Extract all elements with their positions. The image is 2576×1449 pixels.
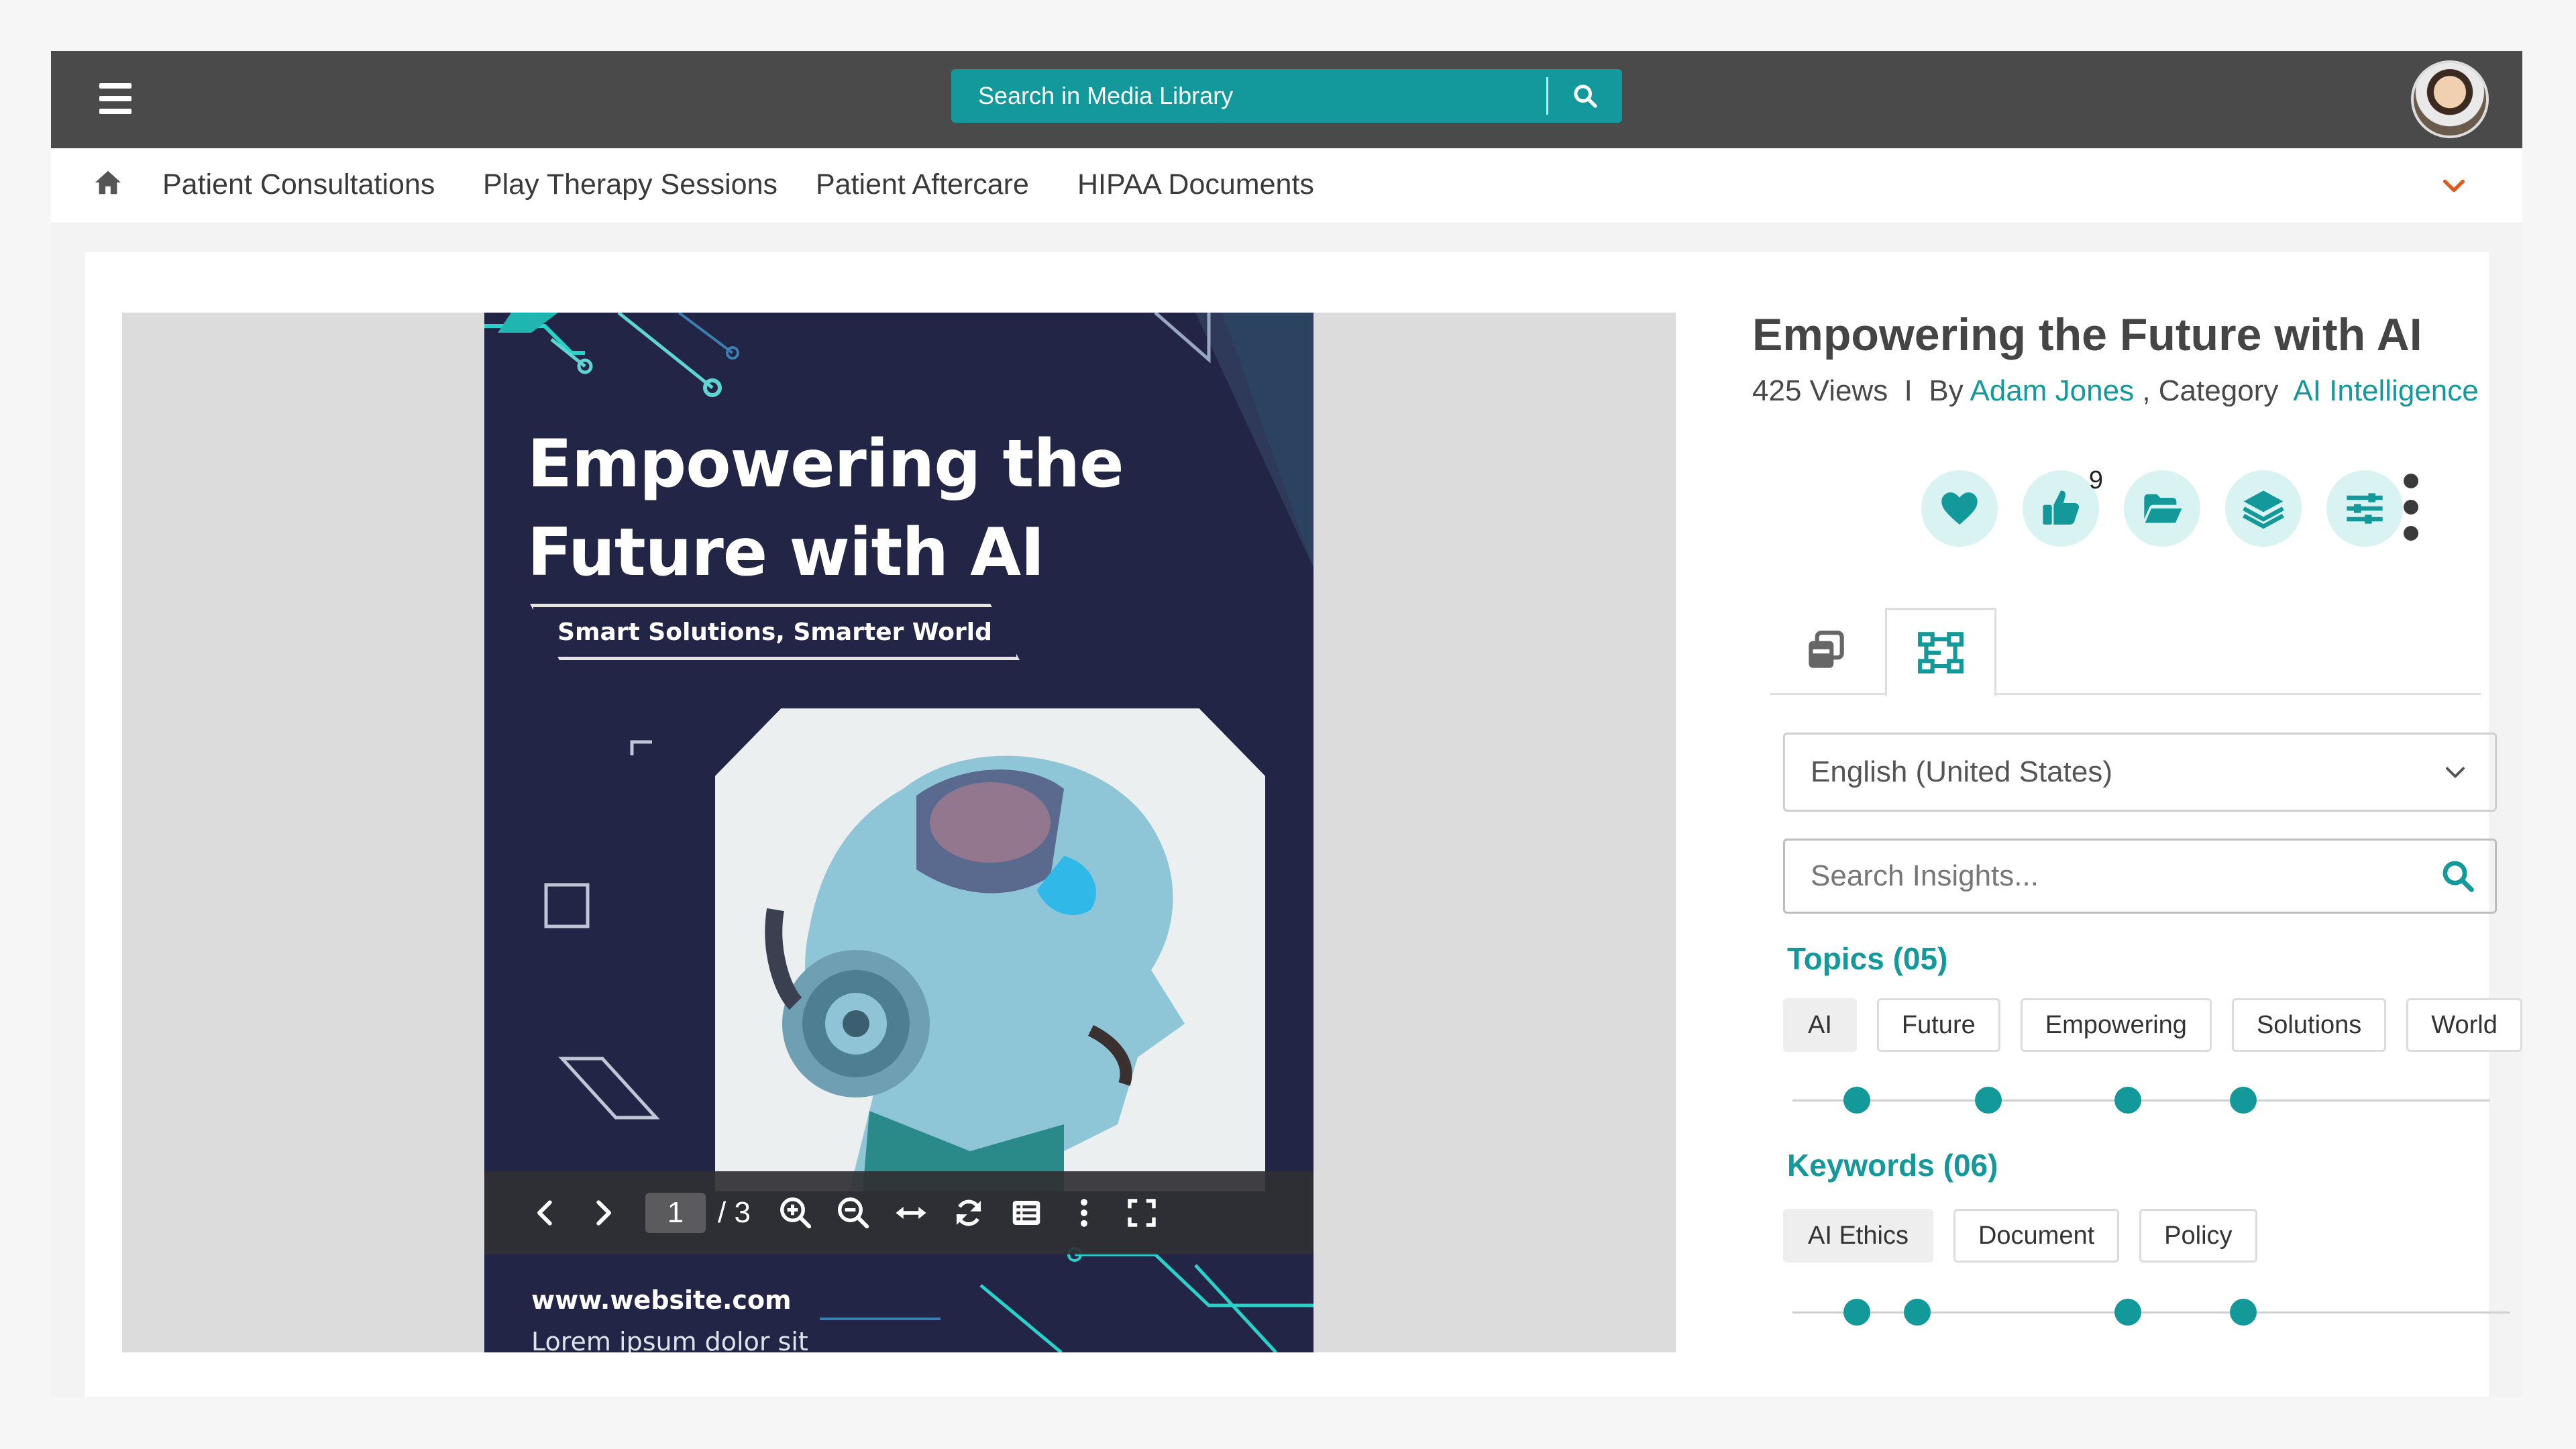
meta-separator: I (1904, 374, 1913, 407)
chevron-down-icon[interactable] (2439, 172, 2469, 199)
author-link[interactable]: Adam Jones (1970, 374, 2135, 407)
page-total: / 3 (718, 1196, 751, 1229)
language-value: English (United States) (1811, 755, 2112, 788)
category-nav: Patient Consultations Play Therapy Sessi… (51, 148, 2522, 223)
category-link[interactable]: AI Intelligence (2293, 374, 2478, 407)
viewer-toolbar: / 3 (484, 1171, 1313, 1254)
rotate-icon[interactable] (940, 1184, 998, 1242)
next-page-icon[interactable] (574, 1184, 632, 1242)
insights-search (1783, 839, 2497, 914)
poster-tagline: Smart Solutions, Smarter World (530, 604, 1020, 660)
nav-item-play-therapy-sessions[interactable]: Play Therapy Sessions (483, 168, 777, 201)
timeline-marker[interactable] (2114, 1087, 2141, 1114)
zoom-out-icon[interactable] (824, 1184, 882, 1242)
timeline-track (1792, 1311, 2510, 1313)
nav-item-patient-consultations[interactable]: Patient Consultations (162, 168, 435, 201)
app-window: Patient Consultations Play Therapy Sessi… (51, 51, 2522, 1397)
keyword-chip[interactable]: Policy (2139, 1209, 2257, 1263)
topic-timeline (1792, 1087, 2490, 1114)
user-avatar[interactable] (2411, 60, 2489, 138)
topics-heading: Topics (05) (1787, 941, 1948, 976)
heart-icon[interactable] (1921, 470, 1998, 547)
folder-open-icon[interactable] (2124, 470, 2200, 547)
action-buttons: 9 (1921, 466, 2428, 547)
view-count: 425 Views (1752, 374, 1888, 407)
keyword-chips: AI Ethics Document Policy (1783, 1209, 2277, 1263)
topic-chips: AI Future Empowering Solutions World (1783, 998, 2522, 1052)
fullscreen-icon[interactable] (1113, 1184, 1171, 1242)
media-search-input[interactable] (951, 69, 1546, 123)
workflow-icon (1918, 631, 1964, 674)
timeline-marker[interactable] (2114, 1299, 2141, 1326)
nav-item-patient-aftercare[interactable]: Patient Aftercare (816, 168, 1029, 201)
by-label: By (1929, 374, 1964, 407)
topic-chip[interactable]: Empowering (2020, 998, 2212, 1052)
search-icon[interactable] (2421, 841, 2495, 912)
insights-search-input[interactable] (1785, 841, 2421, 912)
search-icon[interactable] (1548, 69, 1622, 123)
keyword-chip[interactable]: AI Ethics (1783, 1209, 1933, 1263)
layers-icon[interactable] (2225, 470, 2302, 547)
timeline-marker[interactable] (1904, 1299, 1931, 1326)
page-number-input[interactable] (645, 1193, 706, 1233)
topic-chip[interactable]: World (2406, 998, 2522, 1052)
outline-icon[interactable] (998, 1184, 1055, 1242)
document-viewer: Empowering the Future with AI Smart Solu… (122, 313, 1676, 1352)
panel-tabs (1770, 608, 2481, 697)
copies-icon (1809, 631, 1844, 668)
fit-width-icon[interactable] (882, 1184, 940, 1242)
topic-chip[interactable]: AI (1783, 998, 1857, 1052)
timeline-marker[interactable] (2230, 1087, 2257, 1114)
media-title: Empowering the Future with AI (1752, 309, 2422, 360)
robot-image (715, 708, 1265, 1191)
more-vertical-icon[interactable] (2398, 474, 2424, 541)
poster-title: Empowering the Future with AI (527, 426, 1124, 591)
keyword-chip[interactable]: Document (1953, 1209, 2120, 1263)
prev-page-icon[interactable] (517, 1184, 574, 1242)
thumbs-up-icon[interactable]: 9 (2023, 466, 2103, 547)
language-select[interactable]: English (United States) (1783, 733, 2497, 812)
topic-chip[interactable]: Solutions (2231, 998, 2387, 1052)
timeline-marker[interactable] (1843, 1087, 1870, 1114)
media-meta: 425 Views I By Adam Jones , Category AI … (1752, 374, 2479, 408)
tab-workflow[interactable] (1885, 608, 1996, 697)
poster-body-text: Lorem ipsum dolor sit (531, 1327, 808, 1352)
tab-copies[interactable] (1770, 608, 1881, 695)
category-label: , Category (2142, 374, 2279, 407)
zoom-in-icon[interactable] (767, 1184, 824, 1242)
more-options-icon[interactable] (1055, 1184, 1113, 1242)
like-count: 9 (2088, 466, 2103, 494)
chevron-down-icon (2446, 767, 2465, 778)
keyword-timeline (1792, 1299, 2510, 1326)
media-search (951, 69, 1622, 123)
keywords-heading: Keywords (06) (1787, 1148, 1998, 1183)
hamburger-menu-icon[interactable] (99, 83, 131, 114)
media-detail-card: Empowering the Future with AI Smart Solu… (85, 252, 2522, 1397)
timeline-marker[interactable] (1843, 1299, 1870, 1326)
timeline-track (1792, 1099, 2490, 1102)
poster-website: www.website.com (531, 1285, 792, 1315)
timeline-marker[interactable] (1975, 1087, 2002, 1114)
timeline-marker[interactable] (2230, 1299, 2257, 1326)
sliders-icon[interactable] (2326, 470, 2403, 547)
top-bar (51, 51, 2522, 148)
nav-item-hipaa-documents[interactable]: HIPAA Documents (1077, 168, 1314, 201)
home-icon[interactable] (93, 167, 123, 198)
topic-chip[interactable]: Future (1876, 998, 2000, 1052)
